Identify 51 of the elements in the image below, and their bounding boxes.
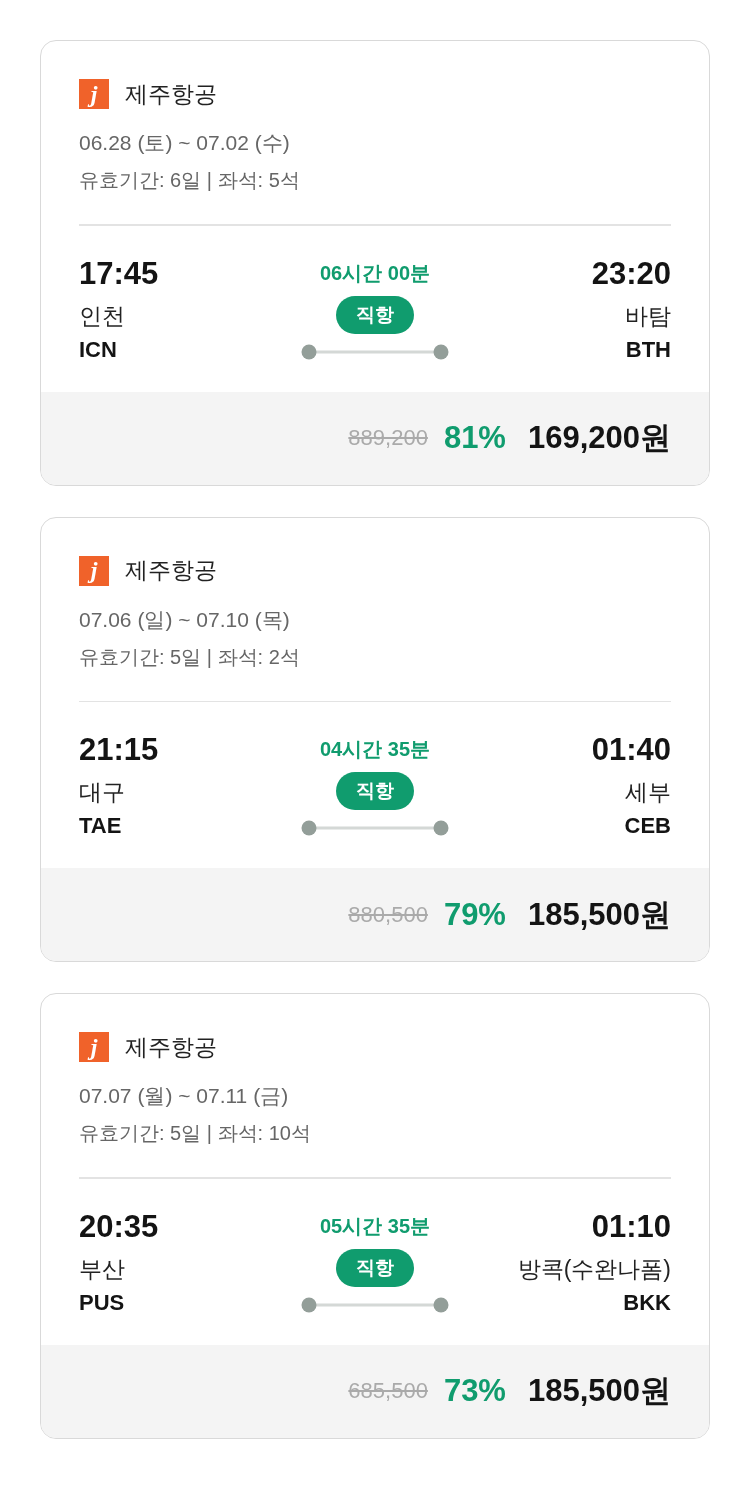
departure-time: 17:45 <box>79 255 160 292</box>
travel-dates: 06.28 (토) ~ 07.02 (수) <box>79 130 291 156</box>
flight-card[interactable]: j 제주항공 06.28 (토) ~ 07.02 (수) 유효기간: 6일 | 좌석: 5석 17:45 인천 ICN 06시간 00분 직항 23:20 바탐 BTH 889,200 81% 169,200원 <box>40 40 710 486</box>
departure-code: PUS <box>79 1288 126 1317</box>
flight-card[interactable]: j 제주항공 07.06 (일) ~ 07.10 (목) 유효기간: 5일 | 좌석: 2석 21:15 대구 TAE 04시간 35분 직항 01:40 세부 CEB 880,500 79% 185,500원 <box>40 516 710 962</box>
arrival-time: 01:10 <box>591 1208 671 1245</box>
airline-logo: j <box>79 1032 109 1062</box>
arrival-city: 세부 <box>625 778 671 806</box>
flight-duration: 04시간 35분 <box>319 737 431 762</box>
validity-seats: 유효기간: 5일 | 좌석: 10석 <box>79 1120 671 1147</box>
departure-city: 부산 <box>79 1254 126 1283</box>
route-line-icon <box>301 820 449 836</box>
original-price: 685,500 <box>348 1378 428 1404</box>
departure-time: 21:15 <box>79 732 160 768</box>
original-price: 880,500 <box>348 901 428 928</box>
arrival-time: 23:20 <box>591 255 671 292</box>
airline-logo: j <box>79 79 109 109</box>
arrival-city: 방콕(수완나폼) <box>517 1254 671 1283</box>
departure-city: 대구 <box>79 778 126 806</box>
validity-seats: 유효기간: 5일 | 좌석: 2석 <box>79 643 671 671</box>
route-line-icon <box>301 343 449 360</box>
arrival-city: 바탐 <box>625 301 671 330</box>
flight-duration: 05시간 35분 <box>319 1213 431 1239</box>
direct-badge: 직항 <box>336 295 414 334</box>
arrival-code: CEB <box>624 812 671 840</box>
validity-seats: 유효기간: 6일 | 좌석: 5석 <box>79 167 671 194</box>
direct-badge: 직항 <box>336 1248 414 1287</box>
sale-price: 185,500원 <box>527 1372 671 1410</box>
departure-code: TAE <box>79 812 123 840</box>
airline-logo: j <box>79 555 109 586</box>
airline-name: 제주항공 <box>125 79 217 109</box>
discount-rate: 79% <box>443 896 506 933</box>
airline-name: 제주항공 <box>125 1032 217 1062</box>
sale-price: 185,500원 <box>527 895 671 934</box>
flight-card[interactable]: j 제주항공 07.07 (월) ~ 07.11 (금) 유효기간: 5일 | 좌석: 10석 20:35 부산 PUS 05시간 35분 직항 01:10 방콕(수완나폼) BKK 685,500 73% 185,500원 <box>40 993 710 1439</box>
flight-duration: 06시간 00분 <box>319 260 431 286</box>
airline-name: 제주항공 <box>125 556 217 585</box>
travel-dates: 07.06 (일) ~ 07.10 (목) <box>79 606 291 633</box>
route-line-icon <box>301 1296 449 1313</box>
arrival-time: 01:40 <box>591 732 671 768</box>
discount-rate: 81% <box>443 420 506 456</box>
departure-time: 20:35 <box>79 1208 160 1245</box>
arrival-code: BKK <box>623 1288 671 1317</box>
direct-badge: 직항 <box>336 772 414 810</box>
arrival-code: BTH <box>625 335 671 364</box>
original-price: 889,200 <box>348 425 428 451</box>
departure-city: 인천 <box>79 301 126 330</box>
departure-code: ICN <box>79 335 118 364</box>
sale-price: 169,200원 <box>527 419 671 457</box>
discount-rate: 73% <box>443 1373 506 1409</box>
travel-dates: 07.07 (월) ~ 07.11 (금) <box>79 1083 290 1109</box>
